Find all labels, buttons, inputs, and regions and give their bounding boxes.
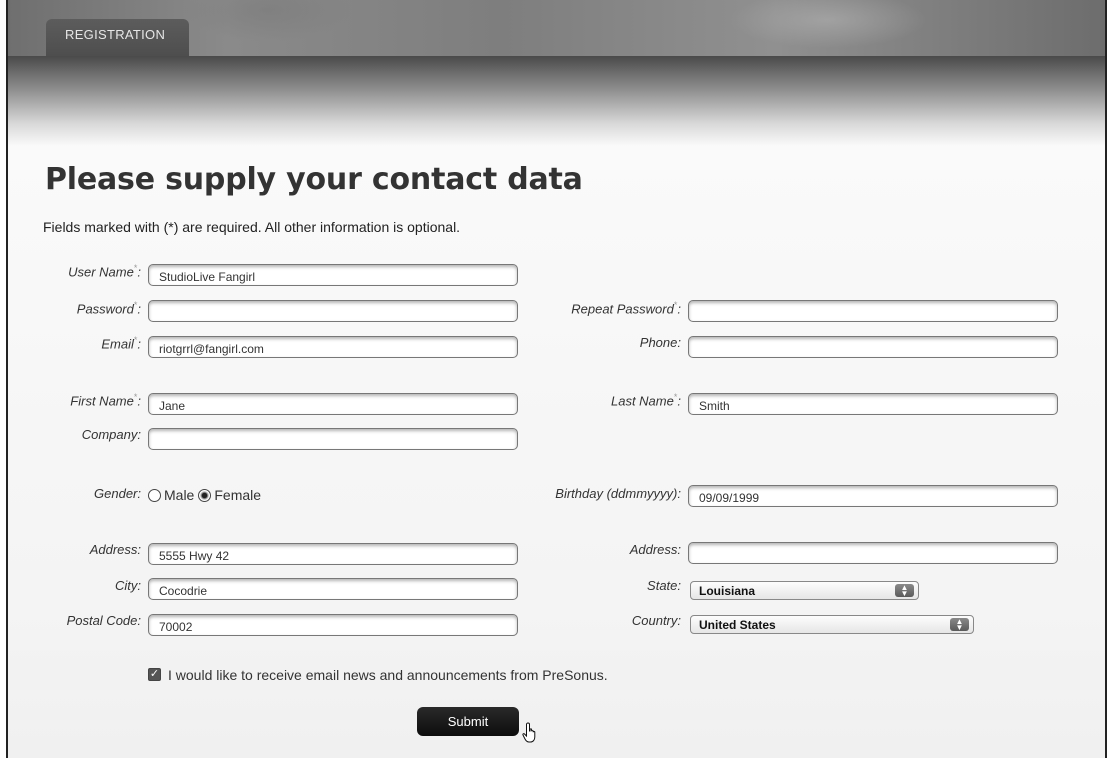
email-label-text: Email (101, 336, 134, 352)
company-label: Company: (81, 427, 141, 442)
user-name-label: User Name*: (68, 263, 141, 280)
required-marker: * (133, 335, 138, 345)
state-select-value: Louisiana (699, 584, 756, 598)
phone-label-text: Phone (639, 335, 678, 350)
required-marker: * (133, 263, 138, 273)
address-label: Address: (89, 542, 141, 557)
last-name-label: Last Name*: (610, 392, 681, 409)
select-arrows-icon: ▲ ▼ (950, 618, 969, 632)
company-label-text: Company (81, 427, 138, 442)
company-input[interactable] (148, 428, 518, 450)
gender-radio-group: Male Female (148, 487, 265, 503)
last-name-input[interactable] (688, 393, 1058, 415)
repeat-password-input[interactable] (688, 300, 1058, 322)
first-name-label-text: First Name (70, 393, 134, 409)
repeat-password-label: Repeat Password*: (571, 300, 681, 317)
state-select[interactable]: Louisiana ▲ ▼ (690, 581, 919, 600)
city-input[interactable] (148, 578, 518, 600)
intro-text: Fields marked with (*) are required. All… (43, 219, 461, 235)
gender-female-radio[interactable] (198, 488, 212, 502)
user-name-input[interactable] (148, 264, 518, 286)
tab-registration[interactable]: REGISTRATION (46, 19, 189, 56)
required-marker: * (673, 300, 678, 310)
country-label: Country: (631, 613, 681, 628)
birthday-input[interactable] (688, 485, 1058, 507)
required-marker: * (133, 392, 138, 402)
first-name-label: First Name*: (70, 392, 141, 409)
gender-male-radio[interactable] (148, 488, 161, 502)
page-title: Please supply your contact data (45, 162, 583, 197)
address-input[interactable] (148, 543, 518, 565)
gender-label: Gender: (94, 486, 141, 501)
tab-label: REGISTRATION (65, 27, 166, 42)
header-fade (8, 56, 1105, 146)
country-select-value: United States (699, 618, 776, 632)
required-marker: * (673, 392, 678, 402)
newsletter-label: I would like to receive email news and a… (168, 667, 608, 683)
newsletter-checkbox[interactable]: ✓ (148, 668, 161, 681)
password-label-text: Password (76, 301, 134, 317)
gender-female-label: Female (214, 487, 262, 503)
hand-pointer-icon (522, 722, 536, 743)
user-name-label-text: User Name (68, 264, 134, 280)
state-label: State: (647, 578, 681, 593)
phone-input[interactable] (688, 336, 1058, 358)
gender-male-label: Male (164, 487, 195, 503)
email-input[interactable] (148, 336, 518, 358)
password-label: Password*: (76, 300, 141, 317)
repeat-password-label-text: Repeat Password (571, 301, 674, 317)
email-label: Email*: (101, 335, 141, 352)
select-arrows-icon: ▲ ▼ (895, 584, 914, 598)
submit-button[interactable]: Submit (417, 707, 519, 736)
address2-input[interactable] (688, 542, 1058, 564)
address2-label: Address: (629, 542, 681, 557)
last-name-label-text: Last Name (610, 393, 674, 409)
country-select[interactable]: United States ▲ ▼ (690, 615, 974, 634)
birthday-label: Birthday (ddmmyyyy): (555, 486, 681, 501)
required-marker: * (133, 300, 138, 310)
postal-code-label: Postal Code: (66, 613, 141, 628)
page-frame: REGISTRATION Please supply your contact … (6, 0, 1107, 758)
password-input[interactable] (148, 300, 518, 322)
postal-code-input[interactable] (148, 614, 518, 636)
first-name-input[interactable] (148, 393, 518, 415)
city-label: City: (115, 578, 141, 593)
phone-label: Phone: (639, 335, 681, 350)
